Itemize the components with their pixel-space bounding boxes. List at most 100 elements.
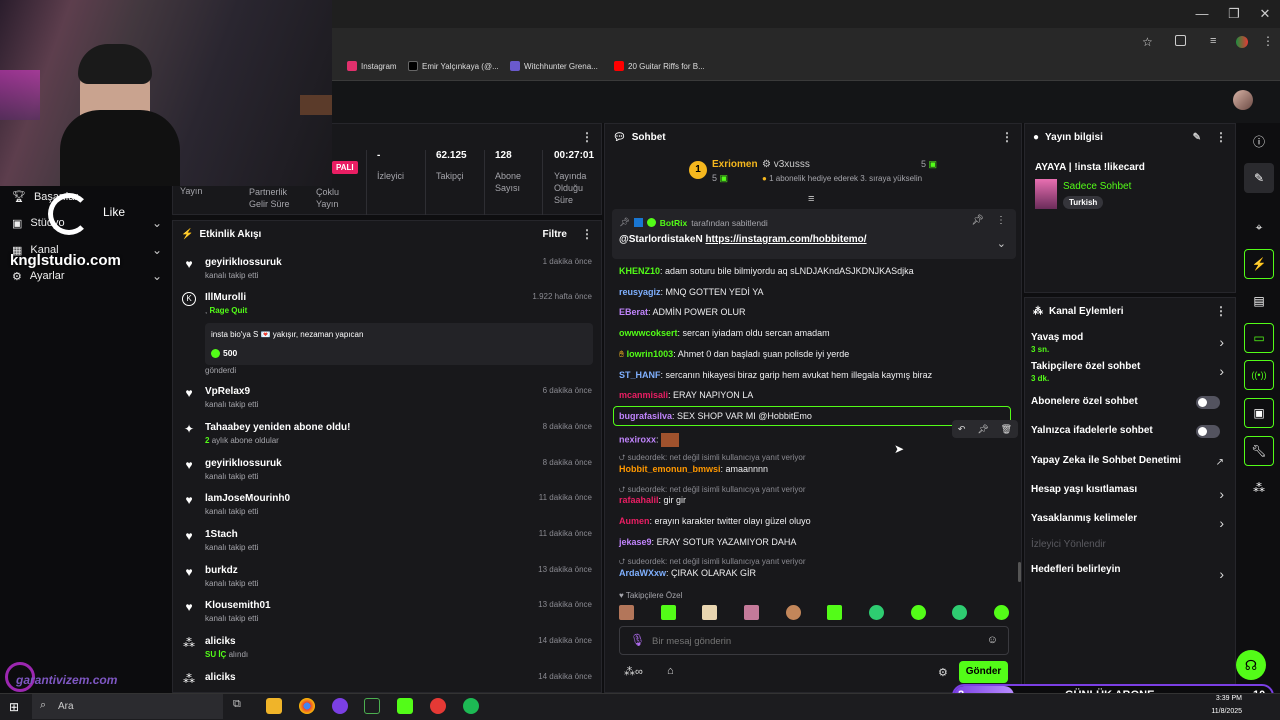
divider <box>542 150 543 215</box>
emote-icon[interactable] <box>910 605 926 620</box>
kick-icon: K <box>182 292 196 306</box>
menu-basarilar[interactable]: 🏆︎ Başarılar <box>12 190 162 204</box>
action-emotes-only: Yalnızca ifadelerle sohbet <box>1031 425 1228 438</box>
actions-menu-icon[interactable]: ⋮ <box>1215 304 1227 318</box>
collapse-icon[interactable]: ≡ <box>808 193 814 205</box>
emotes-only-toggle[interactable] <box>1196 425 1220 438</box>
app-icon[interactable] <box>397 698 413 714</box>
emote-icon[interactable] <box>827 605 843 620</box>
emoji-icon[interactable]: ☺ <box>987 634 998 646</box>
minimize-icon[interactable]: — <box>1187 6 1217 21</box>
action-account-age[interactable]: Hesap yaşı kısıtlaması › <box>1031 484 1228 502</box>
chat-rail-icon[interactable]: ▭ <box>1244 323 1274 353</box>
action-slow-mode[interactable]: Yavaş mod 3 sn. › <box>1031 332 1228 354</box>
menu-ayarlar[interactable]: ⚙ Ayarlar ⌄ <box>12 269 162 283</box>
chat-input[interactable] <box>652 633 972 649</box>
pinned-link[interactable]: https://instagram.com/hobbitemo/ <box>705 234 866 245</box>
emote-icon[interactable] <box>993 605 1009 620</box>
extensions-icon[interactable] <box>1175 35 1186 46</box>
chat-menu-icon[interactable]: ⋮ <box>1001 130 1013 144</box>
user-avatar[interactable] <box>1233 90 1253 110</box>
chevron-down-icon: ⌄ <box>151 243 162 257</box>
filter-button[interactable]: Filtre <box>543 229 567 240</box>
edit-rail-icon[interactable]: ✎ <box>1244 163 1274 193</box>
delete-icon[interactable]: 🗑︎ <box>1001 424 1012 435</box>
notes-rail-icon[interactable]: ▤ <box>1244 286 1274 316</box>
chevron-down-icon: ⌄ <box>151 269 162 283</box>
action-followers-only[interactable]: Takipçilere özel sohbet 3 dk. › <box>1031 361 1228 383</box>
bookmark-youtube[interactable]: 20 Guitar Riffs for B... <box>614 61 705 71</box>
community-icon[interactable]: ⁂∞ <box>624 665 643 678</box>
emote-icon[interactable] <box>868 605 884 620</box>
feed-menu-icon[interactable]: ⋮ <box>581 227 593 241</box>
stats-menu-icon[interactable]: ⋮ <box>581 130 593 144</box>
bookmark-x[interactable]: Emir Yalçınkaya (@... <box>408 61 499 71</box>
action-ai-moderation[interactable]: Yapay Zeka ile Sohbet Denetimi ↗ <box>1031 455 1228 468</box>
chat-settings-icon[interactable]: ⚙ <box>938 666 948 679</box>
chrome-icon[interactable] <box>299 698 315 714</box>
pin-icon[interactable]: 📌︎ <box>977 424 988 435</box>
support-icon[interactable]: ☊ <box>1236 650 1266 680</box>
chat-message: ✋︎ lowrin1003: Ahmet 0 dan başladı şuan … <box>619 349 850 359</box>
category-thumbnail[interactable] <box>1035 179 1057 209</box>
chat-scrollbar[interactable] <box>1018 562 1021 582</box>
category-link[interactable]: Sadece Sohbet <box>1063 181 1131 192</box>
unpin-icon[interactable]: 📌︎ <box>971 215 984 226</box>
chevron-down-icon[interactable]: ⌄ <box>997 237 1006 250</box>
emote-icon[interactable] <box>660 605 676 620</box>
star-icon[interactable]: ☆ <box>1142 35 1153 49</box>
info-rail-icon[interactable]: ⓘ <box>1244 126 1274 156</box>
file-explorer-icon[interactable] <box>266 698 282 714</box>
focus-rail-icon[interactable]: ⌖ <box>1244 212 1274 242</box>
store-icon[interactable]: ⌂ <box>667 665 674 677</box>
subscribers-only-toggle[interactable] <box>1196 396 1220 409</box>
feed-title: Etkinlik Akışı <box>199 228 262 240</box>
gifter-name[interactable]: v3xusss <box>774 159 810 170</box>
feed-item: ✦ Tahaabey yeniden abone oldu! 2 aylık abo… <box>183 422 592 445</box>
taskbar-time: 3:39 PM <box>1215 695 1242 702</box>
group-rail-icon[interactable]: ⁂ <box>1244 473 1274 503</box>
pinned-menu-icon[interactable]: ⋮ <box>996 215 1006 226</box>
chat-icon: 💬︎ <box>613 131 626 143</box>
followers-only-label: Takipçilere Özel <box>625 591 683 600</box>
profile-icon[interactable] <box>1236 36 1248 48</box>
heart-icon: ♥ <box>619 591 624 600</box>
emote-icon[interactable] <box>702 605 718 620</box>
restore-icon[interactable]: ❐ <box>1219 6 1249 22</box>
chat-message: ArdaWXxw: ÇIRAK OLARAK GİR <box>619 568 757 578</box>
bookmark-instagram[interactable]: Instagram <box>347 61 397 71</box>
spotify-icon[interactable] <box>463 698 479 714</box>
stream-info-menu-icon[interactable]: ⋮ <box>1215 130 1227 144</box>
task-view-icon[interactable]: ⧉ <box>233 698 249 714</box>
youtube-icon <box>614 61 624 71</box>
media-icon[interactable]: ≡ <box>1210 35 1216 47</box>
app-icon[interactable] <box>332 698 348 714</box>
taskbar-search[interactable]: ⌕ Ara <box>32 694 223 719</box>
cursor-icon: ➤ <box>894 442 905 456</box>
leader-name[interactable]: Exriomen <box>712 159 758 170</box>
webcam-headphones <box>78 44 152 84</box>
wrench-rail-icon[interactable]: 🔧︎ <box>1244 436 1274 466</box>
send-button[interactable]: Gönder <box>959 661 1008 683</box>
action-banned-words[interactable]: Yasaklanmış kelimeler › <box>1031 513 1228 531</box>
app-icon[interactable] <box>430 698 446 714</box>
emote-icon[interactable] <box>743 605 759 620</box>
pin-icon: 📌︎ <box>619 217 630 227</box>
chevron-right-icon: › <box>1219 334 1224 350</box>
feed-item: ⁂ aliciks 14 dakika önce <box>183 672 592 686</box>
emote-icon[interactable] <box>952 605 968 620</box>
emote-icon[interactable] <box>785 605 801 620</box>
action-goals[interactable]: Hedefleri belirleyin › <box>1031 564 1228 582</box>
windows-start-icon[interactable]: ⊞ <box>9 700 19 714</box>
emote-icon[interactable] <box>619 605 634 620</box>
lightning-rail-icon[interactable]: ⚡ <box>1244 249 1274 279</box>
menu-icon[interactable]: ⋮ <box>1262 34 1274 48</box>
bookmark-witchhunter[interactable]: Witchhunter Grena... <box>510 61 598 71</box>
broadcast-rail-icon[interactable]: ((•)) <box>1244 360 1274 390</box>
microphone-icon[interactable]: 🎙︎ <box>630 633 645 647</box>
app-icon[interactable] <box>364 698 380 714</box>
edit-icon[interactable]: ✎ <box>1193 132 1201 143</box>
reply-icon[interactable]: ↶ <box>958 424 966 435</box>
layout-rail-icon[interactable]: ▣ <box>1244 398 1274 428</box>
close-icon[interactable]: ✕ <box>1250 6 1280 22</box>
